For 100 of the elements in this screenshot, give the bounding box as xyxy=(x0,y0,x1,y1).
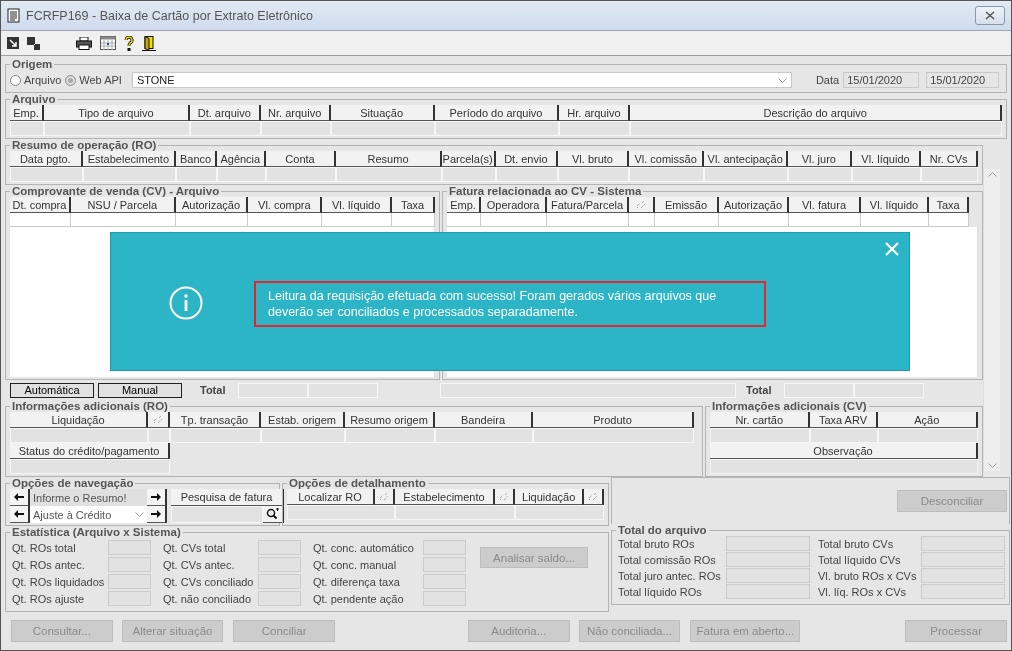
column-header[interactable]: Parcela(s) xyxy=(441,151,496,167)
column-header[interactable]: Bandeira xyxy=(435,412,533,428)
column-header[interactable]: Vl. líquido xyxy=(851,151,922,167)
table-cell xyxy=(148,428,170,443)
column-header[interactable]: Estabelecimento xyxy=(82,151,177,167)
sort-header[interactable] xyxy=(629,197,655,213)
column-header[interactable]: Tipo de arquivo xyxy=(43,105,190,121)
resumo-field[interactable]: Informe o Resumo! xyxy=(30,489,147,506)
search-button[interactable] xyxy=(263,506,284,523)
table-cell xyxy=(495,167,559,182)
stat-field xyxy=(423,557,466,572)
column-header[interactable]: Taxa ARV xyxy=(810,412,878,428)
column-header[interactable]: Observação xyxy=(710,443,978,459)
column-header[interactable]: Tp. transação xyxy=(170,412,261,428)
column-header[interactable]: Ação xyxy=(877,412,978,428)
column-header[interactable]: Taxa xyxy=(392,197,435,213)
next-button[interactable] xyxy=(147,489,167,506)
total-label: Total líquido CVs xyxy=(818,553,902,566)
stat-field xyxy=(108,540,151,555)
sort-header[interactable] xyxy=(148,412,170,428)
sort-header[interactable] xyxy=(374,489,395,505)
column-header[interactable]: Nr. cartão xyxy=(710,412,811,428)
column-header[interactable]: Nr. CVs xyxy=(921,151,978,167)
windows-icon[interactable] xyxy=(27,36,40,50)
column-header[interactable]: Dt. envio xyxy=(495,151,559,167)
sort-header[interactable] xyxy=(495,489,516,505)
column-header[interactable]: Estab. origem xyxy=(261,412,345,428)
column-header[interactable]: Status do crédito/pagamento xyxy=(10,443,170,459)
column-header[interactable]: Conta xyxy=(265,151,337,167)
column-header[interactable]: Descrição do arquivo xyxy=(630,105,1002,121)
column-header[interactable]: NSU / Parcela xyxy=(70,197,176,213)
total-label: Total comissão ROs xyxy=(618,553,717,566)
sort-icon xyxy=(636,200,646,209)
column-header[interactable]: Dt. compra xyxy=(10,197,71,213)
column-header[interactable]: Resumo origem xyxy=(345,412,435,428)
column-header[interactable]: Vl. juro xyxy=(788,151,852,167)
window-title: FCRFP169 - Baixa de Cartão por Extrato Eletrônico xyxy=(26,8,314,23)
section-title: Resumo de operação (RO) xyxy=(11,139,158,151)
search-icon xyxy=(265,508,280,520)
column-header[interactable]: Taxa xyxy=(929,197,969,213)
column-header[interactable]: Data pgto. xyxy=(10,151,83,167)
section-title: Arquivo xyxy=(11,93,57,105)
column-header[interactable]: Liquidação xyxy=(515,489,585,505)
help-icon[interactable] xyxy=(124,35,134,51)
radio-option[interactable]: Arquivo xyxy=(10,74,62,86)
column-header[interactable]: Autorização xyxy=(175,197,249,213)
column-header[interactable]: Vl. líquido xyxy=(322,197,393,213)
date-field[interactable]: 15/01/2020 xyxy=(926,72,1000,88)
radio-option[interactable]: Web API xyxy=(65,74,122,86)
column-header[interactable]: Pesquisa de fatura xyxy=(171,489,284,506)
table-cell xyxy=(176,167,217,182)
column-header[interactable]: Produto xyxy=(533,412,694,428)
column-header[interactable]: Estabelecimento xyxy=(394,489,496,505)
sort-header[interactable] xyxy=(584,489,604,505)
table-cell xyxy=(441,167,496,182)
table-cell xyxy=(559,121,631,136)
column-header[interactable]: Liquidação xyxy=(10,412,148,428)
total-label: Vl. líq. ROs x CVs xyxy=(818,585,908,598)
source-dropdown[interactable]: STONE xyxy=(131,72,792,88)
invoice-search-field[interactable] xyxy=(171,506,263,523)
column-header[interactable]: Vl. líquido xyxy=(861,197,929,213)
column-header[interactable]: Localizar RO xyxy=(287,489,375,505)
column-header[interactable]: Vl. bruto xyxy=(558,151,629,167)
section-title: Opções de navegação xyxy=(11,477,135,489)
column-header[interactable]: Autorização xyxy=(719,197,789,213)
stat-label: Qt. CVs antec. xyxy=(163,558,236,571)
column-header[interactable]: Período do arquivo xyxy=(434,105,560,121)
column-header[interactable]: Agência xyxy=(216,151,266,167)
document-icon xyxy=(7,8,20,23)
column-header[interactable]: Situação xyxy=(330,105,435,121)
notification-message: Leitura da requisição efetuada com sucesso! Foram gerados vários arquivos que deverão ser conciliados e processados separadamente. xyxy=(254,281,766,327)
column-header[interactable]: Emp. xyxy=(10,105,44,121)
column-header[interactable]: Operadora xyxy=(481,197,547,213)
next-button[interactable] xyxy=(147,506,167,523)
calendar-icon[interactable] xyxy=(100,36,116,50)
date-field[interactable]: 15/01/2020 xyxy=(843,72,920,88)
close-button[interactable] xyxy=(975,6,1005,25)
column-header[interactable]: Fatura/Parcela xyxy=(547,197,629,213)
mode-button[interactable]: Automática xyxy=(10,382,94,398)
column-header[interactable]: Hr. arquivo xyxy=(559,105,631,121)
mode-button[interactable]: Manual xyxy=(98,382,182,398)
column-header[interactable]: Vl. compra xyxy=(248,197,323,213)
adjustment-dropdown[interactable]: Ajuste à Crédito xyxy=(30,506,147,523)
column-header[interactable]: Emp. xyxy=(447,197,481,213)
arrow-box-icon[interactable] xyxy=(7,37,19,49)
column-header[interactable]: Dt. arquivo xyxy=(189,105,261,121)
total-label: Total bruto ROs xyxy=(618,537,696,550)
column-header[interactable]: Vl. antecipação xyxy=(704,151,788,167)
column-header[interactable]: Banco xyxy=(176,151,217,167)
column-header[interactable]: Emissão xyxy=(655,197,719,213)
previous-button[interactable] xyxy=(10,506,30,523)
column-header[interactable]: Resumo xyxy=(336,151,442,167)
date-label: Data xyxy=(815,74,840,86)
previous-button[interactable] xyxy=(10,489,30,506)
column-header[interactable]: Vl. fatura xyxy=(789,197,861,213)
column-header[interactable]: Nr. arquivo xyxy=(260,105,331,121)
exit-door-icon[interactable] xyxy=(142,35,156,51)
printer-icon[interactable] xyxy=(76,36,92,50)
column-header[interactable]: Vl. comissão xyxy=(628,151,705,167)
stat-label: Qt. ROs total xyxy=(12,541,77,554)
